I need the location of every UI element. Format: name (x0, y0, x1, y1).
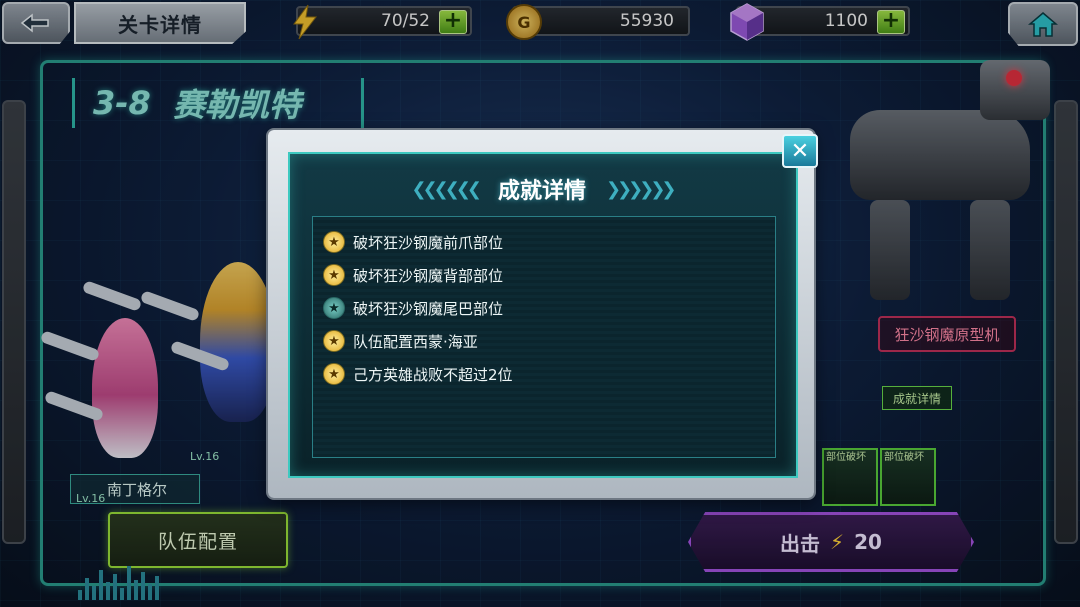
star-icon: ★ (323, 231, 345, 253)
achievement-text: 破坏狂沙钢魔尾巴部位 (353, 299, 504, 318)
achievement-text: 破坏狂沙钢魔背部部位 (353, 266, 504, 285)
star-icon: ★ (323, 264, 345, 286)
achievement-item: ★ 己方英雄战败不超过2位 (323, 361, 513, 387)
achievement-list: ★ 破坏狂沙钢魔前爪部位 ★ 破坏狂沙钢魔背部部位 ★ 破坏狂沙钢魔尾巴部位 ★… (312, 216, 776, 458)
achievement-item: ★ 破坏狂沙钢魔尾巴部位 (323, 295, 503, 321)
achievement-item: ★ 破坏狂沙钢魔前爪部位 (323, 229, 503, 255)
chevrons-right-icon: ❯❯❯❯❯❯ (606, 178, 676, 200)
achievement-item: ★ 破坏狂沙钢魔背部部位 (323, 262, 503, 288)
achievement-text: 己方英雄战败不超过2位 (353, 365, 513, 384)
achievement-text: 队伍配置西蒙·海亚 (353, 332, 478, 351)
modal-header: ❮❮❮❮❮❮ 成就详情 ❯❯❯❯❯❯ (330, 168, 754, 210)
star-icon: ★ (323, 297, 345, 319)
achievement-item: ★ 队伍配置西蒙·海亚 (323, 328, 478, 354)
chevrons-left-icon: ❮❮❮❮❮❮ (411, 178, 481, 200)
star-icon: ★ (323, 330, 345, 352)
star-icon: ★ (323, 363, 345, 385)
achievement-modal: ❮❮❮❮❮❮ 成就详情 ❯❯❯❯❯❯ ★ 破坏狂沙钢魔前爪部位 ★ 破坏狂沙钢魔… (268, 130, 814, 498)
modal-panel: ❮❮❮❮❮❮ 成就详情 ❯❯❯❯❯❯ ★ 破坏狂沙钢魔前爪部位 ★ 破坏狂沙钢魔… (288, 152, 798, 478)
modal-title: 成就详情 (497, 179, 586, 204)
close-button[interactable]: ✕ (782, 134, 818, 168)
achievement-text: 破坏狂沙钢魔前爪部位 (353, 233, 504, 252)
